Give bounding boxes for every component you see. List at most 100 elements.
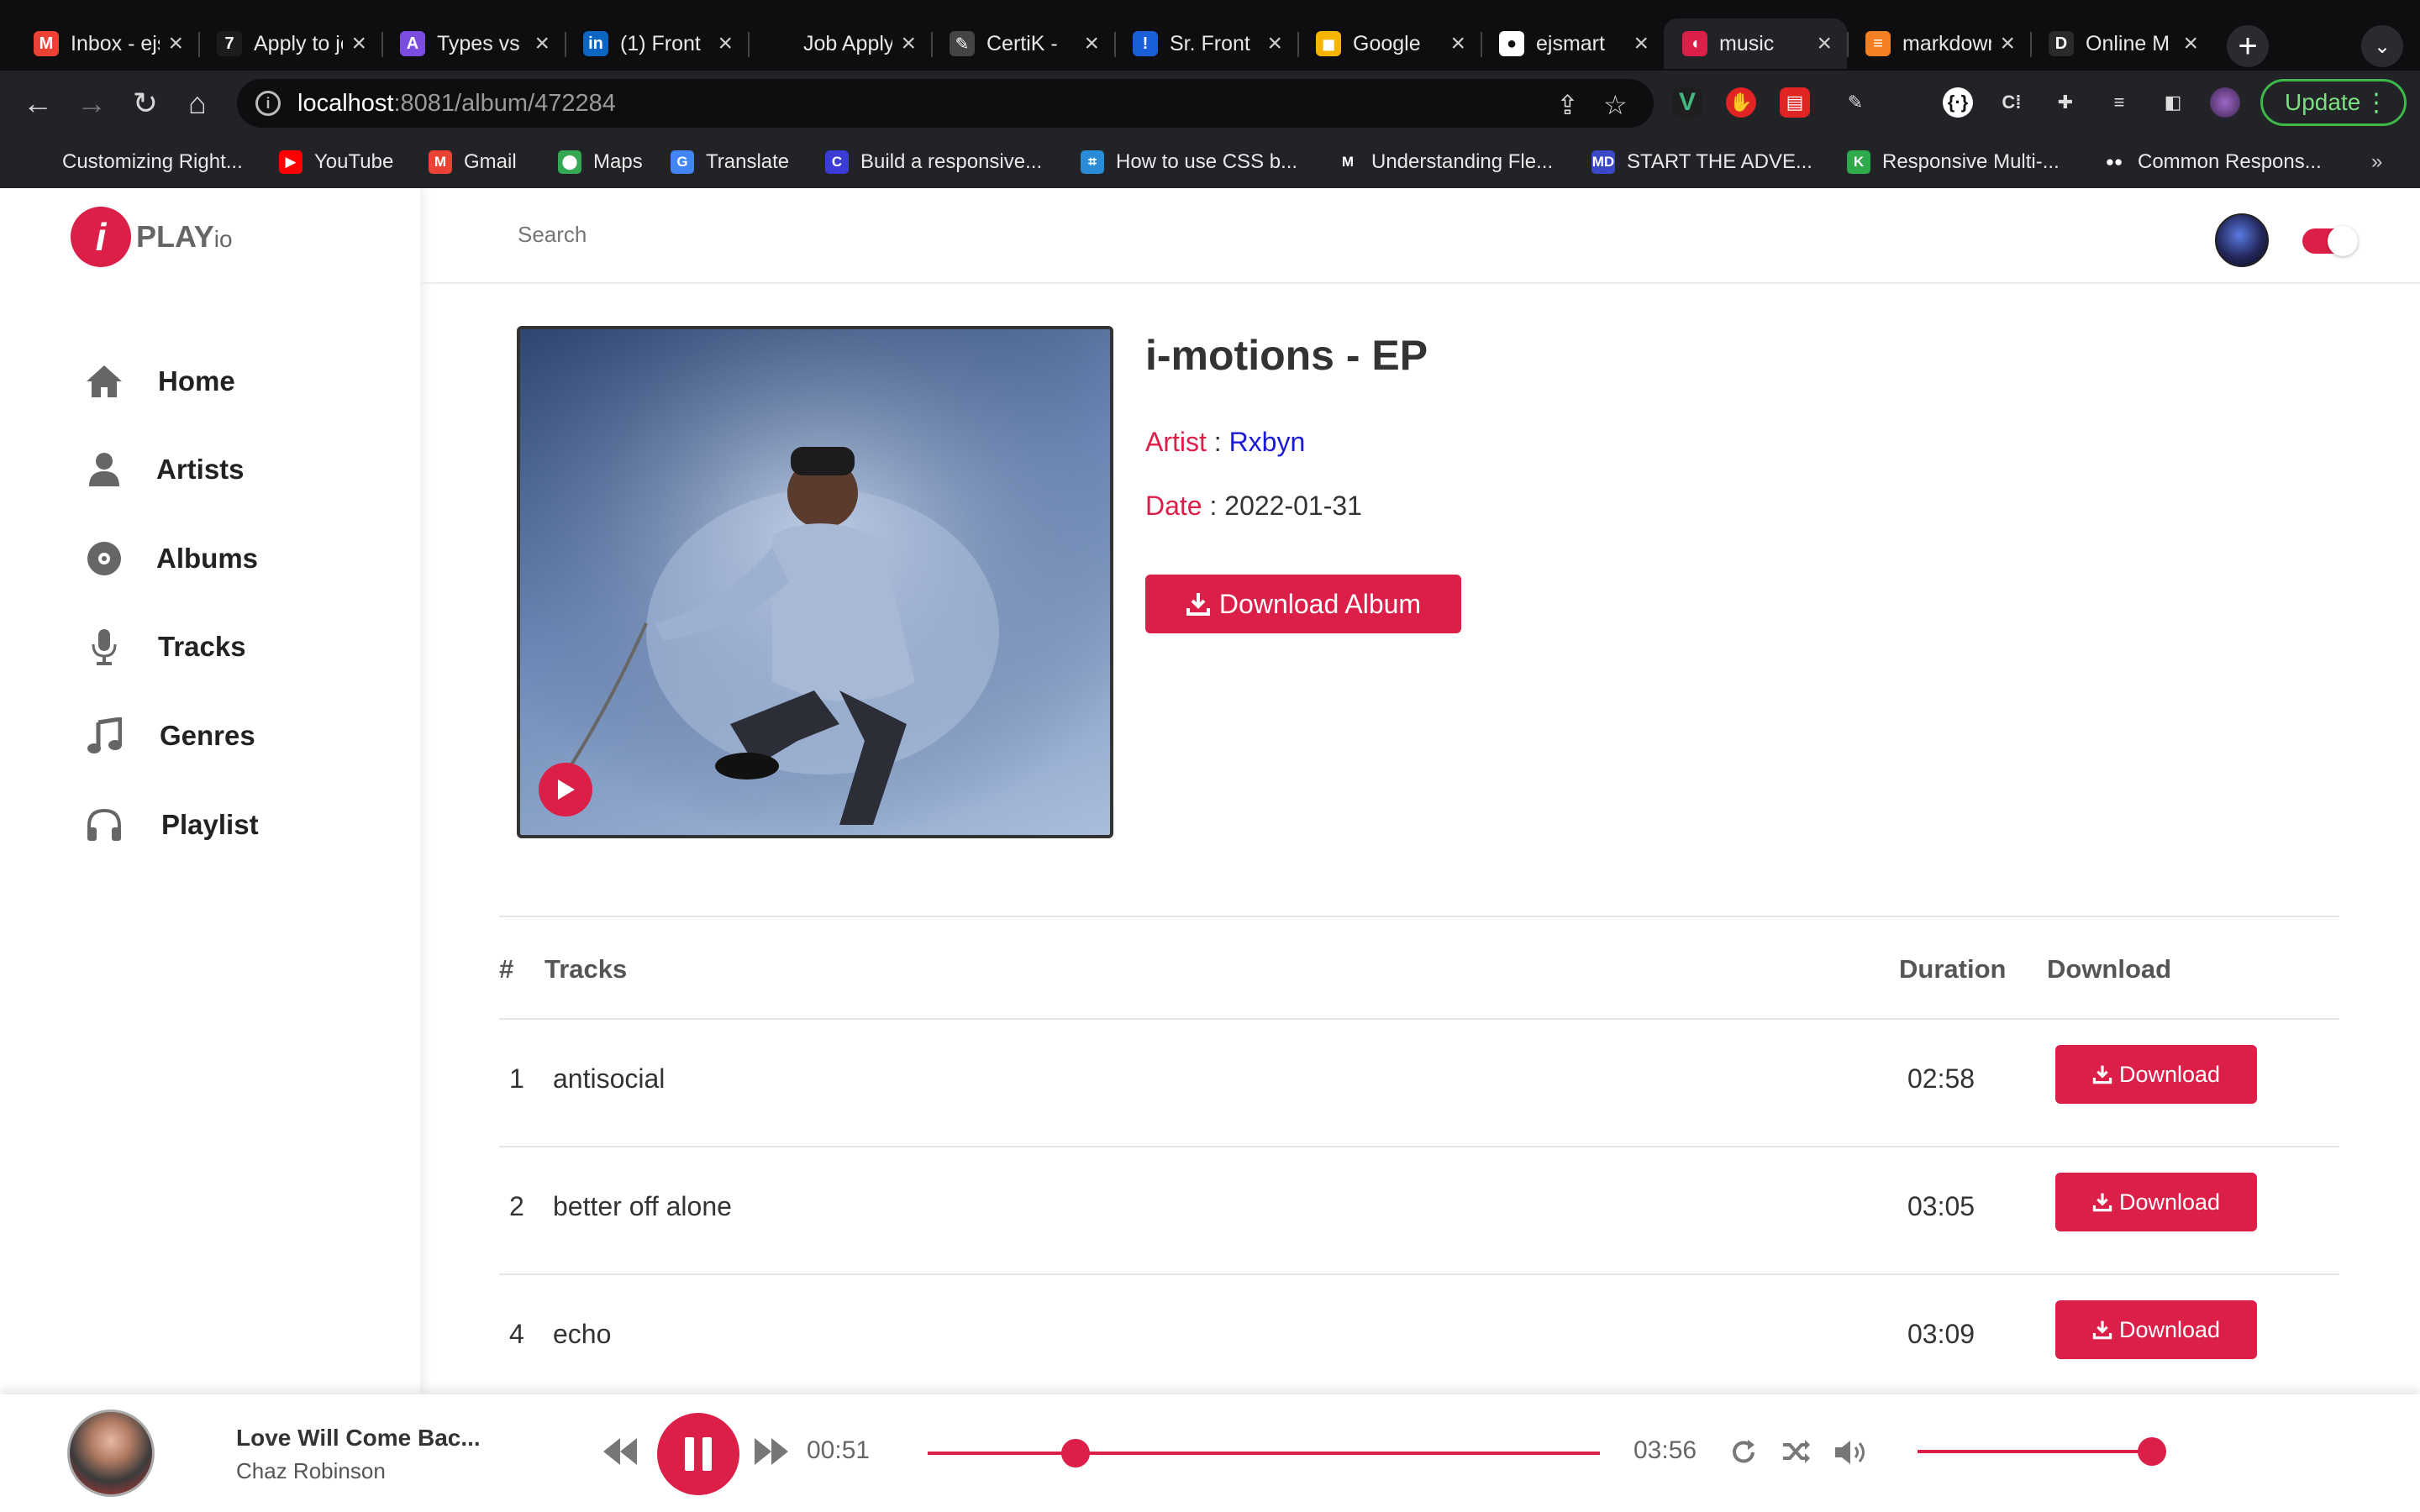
close-tab-icon[interactable]: × <box>1450 29 1465 58</box>
more-bookmarks-icon[interactable]: » <box>2371 146 2382 178</box>
json-extension-icon[interactable]: {·} <box>1943 87 1973 118</box>
previous-icon[interactable] <box>602 1436 639 1467</box>
browser-tab[interactable]: ≡ markdown × <box>1847 18 2030 69</box>
tab-favicon-icon: D <box>2049 31 2074 56</box>
bookmark-item[interactable]: ⌗ How to use CSS b... <box>1081 146 1297 178</box>
bookmark-item[interactable]: ⬤ Maps <box>558 146 643 178</box>
close-tab-icon[interactable]: × <box>168 29 183 58</box>
home-icon <box>82 360 126 403</box>
share-icon[interactable]: ⇪ <box>1556 89 1579 121</box>
home-browser-icon[interactable]: ⌂ <box>176 82 218 124</box>
profile-avatar-icon[interactable] <box>2210 87 2240 118</box>
search-input[interactable] <box>518 222 1190 248</box>
new-tab-button[interactable]: + <box>2227 25 2269 67</box>
more-menu-icon[interactable]: ⋮ <box>2364 88 2389 118</box>
close-tab-icon[interactable]: × <box>1817 29 1832 58</box>
close-tab-icon[interactable]: × <box>2000 29 2015 58</box>
extensions-puzzle-icon[interactable]: ✚ <box>2050 87 2081 118</box>
progress-knob[interactable] <box>1061 1439 1090 1467</box>
pdf-extension-icon[interactable]: ▤ <box>1780 87 1810 118</box>
close-tab-icon[interactable]: × <box>1634 29 1649 58</box>
browser-tab[interactable]: D Online M × <box>2030 18 2213 69</box>
browser-tab[interactable]: ✎ CertiK - × <box>931 18 1114 69</box>
forward-icon[interactable]: → <box>71 82 113 124</box>
pause-button[interactable] <box>657 1413 739 1495</box>
track-duration: 03:09 <box>1907 1319 1975 1349</box>
browser-tab[interactable]: ● ejsmart × <box>1481 18 1664 69</box>
close-tab-icon[interactable]: × <box>534 29 550 58</box>
update-button[interactable]: Update ⋮ <box>2260 79 2407 126</box>
app-logo[interactable]: i PLAYio <box>71 207 233 267</box>
user-avatar[interactable] <box>2215 213 2269 267</box>
close-tab-icon[interactable]: × <box>351 29 366 58</box>
reload-icon[interactable]: ↻ <box>124 82 166 124</box>
address-bar[interactable]: i localhost:8081/album/472284 ⇪ ☆ <box>237 79 1654 128</box>
table-row[interactable]: 1 antisocial 02:58 Download <box>499 1018 2339 1146</box>
artist-link[interactable]: Rxbyn <box>1229 427 1306 457</box>
bookmark-item[interactable]: G Translate <box>671 146 789 178</box>
bookmark-item[interactable]: K Responsive Multi-... <box>1847 146 2060 178</box>
sidebar-item-tracks[interactable]: Tracks <box>82 622 246 672</box>
sidebar-item-playlist[interactable]: Playlist <box>82 800 259 850</box>
track-name[interactable]: echo <box>553 1319 611 1350</box>
site-info-icon[interactable]: i <box>255 91 281 116</box>
theme-toggle[interactable] <box>2302 226 2358 256</box>
close-tab-icon[interactable]: × <box>901 29 916 58</box>
sidebar-item-label: Playlist <box>161 809 259 840</box>
browser-tab[interactable]: ◖ music × <box>1664 18 1847 69</box>
tab-search-button[interactable]: ⌄ <box>2361 25 2403 67</box>
media-control-icon[interactable]: ≡ <box>2104 87 2134 118</box>
bookmark-favicon-icon: M <box>429 150 452 174</box>
back-icon[interactable]: ← <box>17 82 59 124</box>
browser-tab[interactable]: in (1) Front × <box>565 18 748 69</box>
table-row[interactable]: 2 better off alone 03:05 Download <box>499 1146 2339 1273</box>
close-tab-icon[interactable]: × <box>2183 29 2198 58</box>
repeat-icon[interactable] <box>1729 1438 1758 1467</box>
vue-devtools-extension-icon[interactable]: V <box>1672 87 1702 118</box>
download-track-button[interactable]: Download <box>2055 1045 2257 1104</box>
sidebar-item-albums[interactable]: Albums <box>82 533 258 584</box>
tab-title: markdown <box>1902 31 1992 55</box>
shuffle-icon[interactable] <box>1781 1438 1812 1465</box>
progress-slider[interactable] <box>928 1394 1600 1512</box>
bookmark-item[interactable]: ●● Common Respons... <box>2102 146 2322 178</box>
browser-tab[interactable]: 7 Apply to job × <box>198 18 381 69</box>
volume-slider[interactable] <box>1918 1394 2166 1512</box>
tab-favicon-icon: ≡ <box>1865 31 1891 56</box>
album-play-button[interactable] <box>539 763 592 816</box>
volume-knob[interactable] <box>2138 1437 2166 1466</box>
bookmark-item[interactable]: M Understanding Fle... <box>1336 146 1553 178</box>
sidebar-item-home[interactable]: Home <box>82 356 235 407</box>
download-album-button[interactable]: Download Album <box>1145 575 1461 633</box>
close-tab-icon[interactable]: × <box>1267 29 1282 58</box>
eyedropper-extension-icon[interactable]: ✎ <box>1840 87 1870 118</box>
close-tab-icon[interactable]: × <box>1084 29 1099 58</box>
sidebar-item-artists[interactable]: Artists <box>82 444 245 495</box>
bookmark-star-icon[interactable]: ☆ <box>1603 89 1628 121</box>
table-row[interactable]: 4 echo 03:09 Download <box>499 1273 2339 1401</box>
download-track-button[interactable]: Download <box>2055 1173 2257 1231</box>
adblock-extension-icon[interactable]: ✋ <box>1726 87 1756 118</box>
close-tab-icon[interactable]: × <box>718 29 733 58</box>
bookmark-item[interactable]: ▶ YouTube <box>279 146 393 178</box>
sidebar-item-genres[interactable]: Genres <box>82 711 255 761</box>
browser-tab[interactable]: M Inbox - ejsmart × <box>15 18 198 69</box>
track-name[interactable]: better off alone <box>553 1191 732 1222</box>
browser-tab[interactable]: A Types vs × <box>381 18 565 69</box>
bookmark-item[interactable]: C Build a responsive... <box>825 146 1042 178</box>
next-icon[interactable] <box>753 1436 790 1467</box>
bookmark-item[interactable]: M Gmail <box>429 146 517 178</box>
browser-tab[interactable]: ! Sr. Front × <box>1114 18 1297 69</box>
bookmark-item[interactable]: MD START THE ADVE... <box>1591 146 1812 178</box>
download-track-button[interactable]: Download <box>2055 1300 2257 1359</box>
css-extension-icon[interactable]: C⁞ <box>1996 87 2027 118</box>
url-text[interactable]: localhost:8081/album/472284 <box>297 90 616 118</box>
bookmark-item[interactable]: Customizing Right... <box>62 146 243 178</box>
volume-icon[interactable] <box>1833 1438 1870 1467</box>
track-name[interactable]: antisocial <box>553 1063 665 1095</box>
browser-tab[interactable]: Job Apply × <box>748 18 931 69</box>
bookmark-favicon-icon: C <box>825 150 849 174</box>
browser-tab[interactable]: ◼ Google × <box>1297 18 1481 69</box>
track-number: 4 <box>509 1319 524 1349</box>
side-panel-icon[interactable]: ◧ <box>2158 87 2188 118</box>
